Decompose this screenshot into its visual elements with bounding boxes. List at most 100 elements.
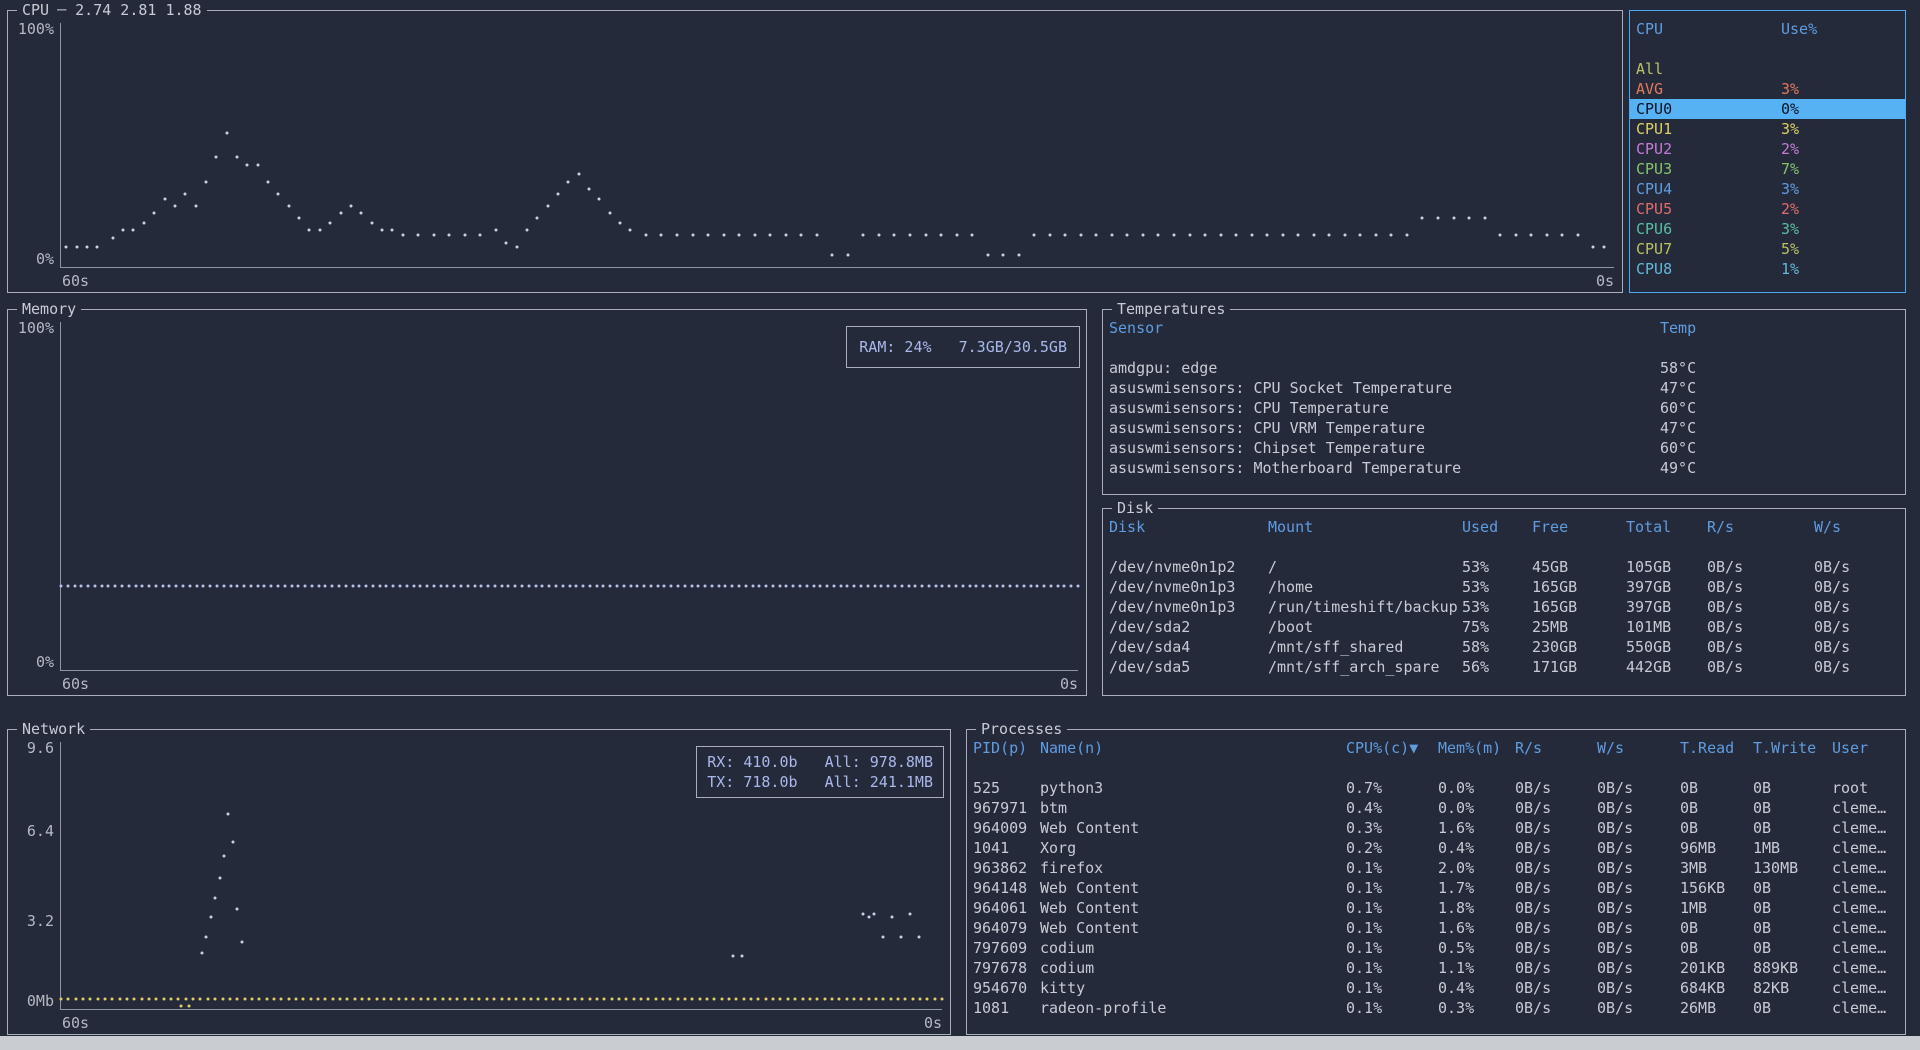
disk-read-rate: 0B/s bbox=[1707, 597, 1814, 617]
processes-header-cpu-sort[interactable]: CPU%(c)▼ bbox=[1346, 738, 1438, 758]
processes-header-user[interactable]: User bbox=[1832, 738, 1899, 758]
process-user: cleme… bbox=[1832, 898, 1899, 918]
process-read-rate: 0B/s bbox=[1515, 838, 1597, 858]
disk-read-rate: 0B/s bbox=[1707, 637, 1814, 657]
cpu-legend-row[interactable]: AVG 3% bbox=[1630, 79, 1905, 99]
processes-panel-title-label: Processes bbox=[981, 719, 1062, 739]
processes-header-read-rate[interactable]: R/s bbox=[1515, 738, 1597, 758]
temperatures-header-temp: Temp bbox=[1660, 318, 1899, 338]
processes-header-write-rate[interactable]: W/s bbox=[1597, 738, 1680, 758]
cpu-panel[interactable]: CPU 2.74 2.81 1.88 100% 0% 60s 0s bbox=[7, 10, 1623, 293]
disk-mount: /mnt/sff_shared bbox=[1268, 637, 1462, 657]
cpu-core-name: CPU6 bbox=[1636, 219, 1781, 239]
process-user: cleme… bbox=[1832, 838, 1899, 858]
disk-device: /dev/nvme0n1p3 bbox=[1109, 597, 1268, 617]
processes-panel-title: Processes bbox=[976, 719, 1067, 739]
network-panel[interactable]: Network 9.6 6.4 3.2 0Mb 60s 0s RX: 410.0… bbox=[7, 729, 951, 1035]
disk-header-free: Free bbox=[1532, 517, 1626, 537]
process-pid: 954670 bbox=[973, 978, 1040, 998]
disk-write-rate: 0B/s bbox=[1814, 617, 1899, 637]
processes-header-name[interactable]: Name(n) bbox=[1040, 738, 1346, 758]
process-user: cleme… bbox=[1832, 798, 1899, 818]
temperature-row[interactable]: asuswmisensors: CPU Socket Temperature 4… bbox=[1109, 378, 1899, 398]
cpu-usage-chart[interactable] bbox=[60, 23, 1614, 268]
process-row[interactable]: 964079 Web Content 0.1% 1.6% 0B/s 0B/s 0… bbox=[973, 918, 1899, 938]
memory-panel[interactable]: Memory 100% 0% 60s 0s RAM: 24% 7.3GB/30.… bbox=[7, 309, 1087, 696]
memory-legend-box: RAM: 24% 7.3GB/30.5GB bbox=[846, 326, 1080, 368]
cpu-legend-row[interactable]: CPU3 7% bbox=[1630, 159, 1905, 179]
process-row[interactable]: 954670 kitty 0.1% 0.4% 0B/s 0B/s 684KB 8… bbox=[973, 978, 1899, 998]
process-read-rate: 0B/s bbox=[1515, 938, 1597, 958]
disk-row[interactable]: /dev/nvme0n1p3 /home 53% 165GB 397GB 0B/… bbox=[1109, 577, 1899, 597]
memory-usage-chart[interactable] bbox=[60, 322, 1078, 671]
process-write-rate: 0B/s bbox=[1597, 778, 1680, 798]
temperature-row[interactable]: asuswmisensors: CPU Temperature 60°C bbox=[1109, 398, 1899, 418]
disk-spacer bbox=[1109, 537, 1899, 557]
process-mem: 0.4% bbox=[1438, 978, 1515, 998]
ram-usage-legend: RAM: 24% 7.3GB/30.5GB bbox=[859, 337, 1067, 357]
cpu-chart-y-axis: 100% 0% bbox=[14, 23, 60, 268]
processes-header-mem[interactable]: Mem%(m) bbox=[1438, 738, 1515, 758]
process-row[interactable]: 967971 btm 0.4% 0.0% 0B/s 0B/s 0B 0B cle… bbox=[973, 798, 1899, 818]
processes-header-pid[interactable]: PID(p) bbox=[973, 738, 1040, 758]
temperatures-panel[interactable]: Temperatures Sensor Temp amdgpu: edge 58… bbox=[1102, 309, 1906, 495]
disk-row[interactable]: /dev/sda4 /mnt/sff_shared 58% 230GB 550G… bbox=[1109, 637, 1899, 657]
process-read-rate: 0B/s bbox=[1515, 798, 1597, 818]
process-row[interactable]: 964009 Web Content 0.3% 1.6% 0B/s 0B/s 0… bbox=[973, 818, 1899, 838]
process-row[interactable]: 797609 codium 0.1% 0.5% 0B/s 0B/s 0B 0B … bbox=[973, 938, 1899, 958]
cpu-core-name: CPU7 bbox=[1636, 239, 1781, 259]
processes-panel[interactable]: Processes PID(p) Name(n) CPU%(c)▼ Mem%(m… bbox=[966, 729, 1906, 1035]
process-row[interactable]: 963862 firefox 0.1% 2.0% 0B/s 0B/s 3MB 1… bbox=[973, 858, 1899, 878]
cpu-legend-panel[interactable]: CPU Use% All AVG 3% CPU0 0% bbox=[1629, 10, 1906, 293]
disk-row[interactable]: /dev/sda5 /mnt/sff_arch_spare 56% 171GB … bbox=[1109, 657, 1899, 677]
disk-header-read: R/s bbox=[1707, 517, 1814, 537]
network-chart-y-axis: 9.6 6.4 3.2 0Mb bbox=[14, 742, 60, 1010]
process-row[interactable]: 797678 codium 0.1% 1.1% 0B/s 0B/s 201KB … bbox=[973, 958, 1899, 978]
process-row[interactable]: 1081 radeon-profile 0.1% 0.3% 0B/s 0B/s … bbox=[973, 998, 1899, 1018]
disk-mount: /run/timeshift/backup bbox=[1268, 597, 1462, 617]
process-row[interactable]: 964148 Web Content 0.1% 1.7% 0B/s 0B/s 1… bbox=[973, 878, 1899, 898]
sensor-temp: 60°C bbox=[1660, 398, 1899, 418]
temperatures-header-sensor: Sensor bbox=[1109, 318, 1660, 338]
process-row[interactable]: 525 python3 0.7% 0.0% 0B/s 0B/s 0B 0B ro… bbox=[973, 778, 1899, 798]
cpu-legend-row[interactable]: CPU2 2% bbox=[1630, 139, 1905, 159]
process-mem: 1.6% bbox=[1438, 818, 1515, 838]
cpu-legend-row[interactable]: All bbox=[1630, 59, 1905, 79]
sensor-temp: 60°C bbox=[1660, 438, 1899, 458]
disk-device: /dev/sda5 bbox=[1109, 657, 1268, 677]
network-legend-box: RX: 410.0b All: 978.8MB TX: 718.0b All: … bbox=[696, 746, 944, 798]
process-write-rate: 0B/s bbox=[1597, 958, 1680, 978]
temperature-row[interactable]: asuswmisensors: Chipset Temperature 60°C bbox=[1109, 438, 1899, 458]
process-read-rate: 0B/s bbox=[1515, 878, 1597, 898]
cpu-legend-row[interactable]: CPU8 1% bbox=[1630, 259, 1905, 279]
temperature-row[interactable]: asuswmisensors: Motherboard Temperature … bbox=[1109, 458, 1899, 478]
cpu-legend-row[interactable]: CPU1 3% bbox=[1630, 119, 1905, 139]
disk-panel[interactable]: Disk Disk Mount Used Free Total R/s W/s … bbox=[1102, 508, 1906, 696]
process-total-write: 0B bbox=[1753, 938, 1832, 958]
cpu-legend-row[interactable]: CPU6 3% bbox=[1630, 219, 1905, 239]
process-user: cleme… bbox=[1832, 998, 1899, 1018]
process-row[interactable]: 1041 Xorg 0.2% 0.4% 0B/s 0B/s 96MB 1MB c… bbox=[973, 838, 1899, 858]
disk-row[interactable]: /dev/nvme0n1p3 /run/timeshift/backup 53%… bbox=[1109, 597, 1899, 617]
disk-row[interactable]: /dev/sda2 /boot 75% 25MB 101MB 0B/s 0B/s bbox=[1109, 617, 1899, 637]
process-read-rate: 0B/s bbox=[1515, 858, 1597, 878]
process-total-read: 0B bbox=[1680, 938, 1753, 958]
disk-used: 53% bbox=[1462, 597, 1532, 617]
process-pid: 964061 bbox=[973, 898, 1040, 918]
memory-chart-y-axis: 100% 0% bbox=[14, 322, 60, 671]
screen-bottom-edge bbox=[0, 1036, 1920, 1050]
disk-used: 53% bbox=[1462, 577, 1532, 597]
temperature-row[interactable]: amdgpu: edge 58°C bbox=[1109, 358, 1899, 378]
disk-row[interactable]: /dev/nvme0n1p2 / 53% 45GB 105GB 0B/s 0B/… bbox=[1109, 557, 1899, 577]
cpu-legend-row[interactable]: CPU7 5% bbox=[1630, 239, 1905, 259]
cpu-legend-rows: All AVG 3% CPU0 0% CPU1 3% bbox=[1630, 59, 1905, 279]
processes-header-total-write[interactable]: T.Write bbox=[1753, 738, 1832, 758]
temperature-row[interactable]: asuswmisensors: CPU VRM Temperature 47°C bbox=[1109, 418, 1899, 438]
cpu-legend-row[interactable]: CPU4 3% bbox=[1630, 179, 1905, 199]
cpu-legend-row[interactable]: CPU0 0% bbox=[1630, 99, 1905, 119]
network-tx-legend: TX: 718.0b All: 241.1MB bbox=[707, 772, 933, 792]
processes-header-total-read[interactable]: T.Read bbox=[1680, 738, 1753, 758]
cpu-legend-row[interactable]: CPU5 2% bbox=[1630, 199, 1905, 219]
process-read-rate: 0B/s bbox=[1515, 818, 1597, 838]
process-row[interactable]: 964061 Web Content 0.1% 1.8% 0B/s 0B/s 1… bbox=[973, 898, 1899, 918]
